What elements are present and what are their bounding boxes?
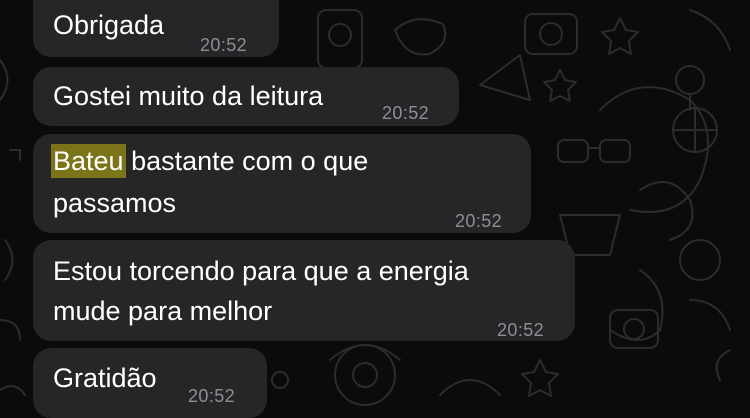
star-doodle-icon (601, 17, 639, 55)
ghost-doodle-icon (599, 86, 709, 213)
message-timestamp: 20:52 (200, 35, 248, 55)
camera-doodle-icon-2 (609, 309, 659, 349)
lips-doodle-icon (394, 18, 447, 56)
message-text-line-2: mude para melhor (53, 296, 273, 326)
message-bubble[interactable]: Bateu bastante com o que passamos 20:52 (33, 134, 531, 233)
message-text: bastante com o que (123, 146, 369, 176)
message-bubble[interactable]: Gratidão 20:52 (33, 348, 267, 418)
map-pin-doodle-icon (675, 65, 705, 95)
message-text-line-1: Bateu bastante com o que (53, 141, 368, 181)
message-bubble[interactable]: Estou torcendo para que a energia mude p… (33, 240, 575, 341)
message-timestamp: 20:52 (382, 103, 430, 123)
message-timestamp: 20:52 (497, 320, 545, 340)
sunglasses-doodle-icon (557, 139, 589, 163)
whatsapp-doodle-icon (328, 23, 352, 47)
triangle-doodle-icon (479, 54, 531, 101)
message-text-line-2: passamos (53, 188, 177, 218)
eye-doodle-icon (334, 344, 396, 406)
camera-doodle-icon (524, 13, 578, 55)
search-highlight: Bateu (53, 146, 124, 176)
message-timestamp: 20:52 (188, 386, 236, 406)
message-text: Gratidão (53, 363, 157, 393)
message-bubble[interactable]: Gostei muito da leitura 20:52 (33, 67, 459, 126)
message-bubble[interactable]: Obrigada 20:52 (33, 0, 279, 57)
phone-doodle-icon (317, 9, 363, 69)
message-text-line-1: Estou torcendo para que a energia (53, 256, 469, 286)
message-timestamp: 20:52 (455, 211, 503, 231)
message-text: Gostei muito da leitura (53, 81, 324, 111)
message-text: Obrigada (53, 10, 165, 40)
